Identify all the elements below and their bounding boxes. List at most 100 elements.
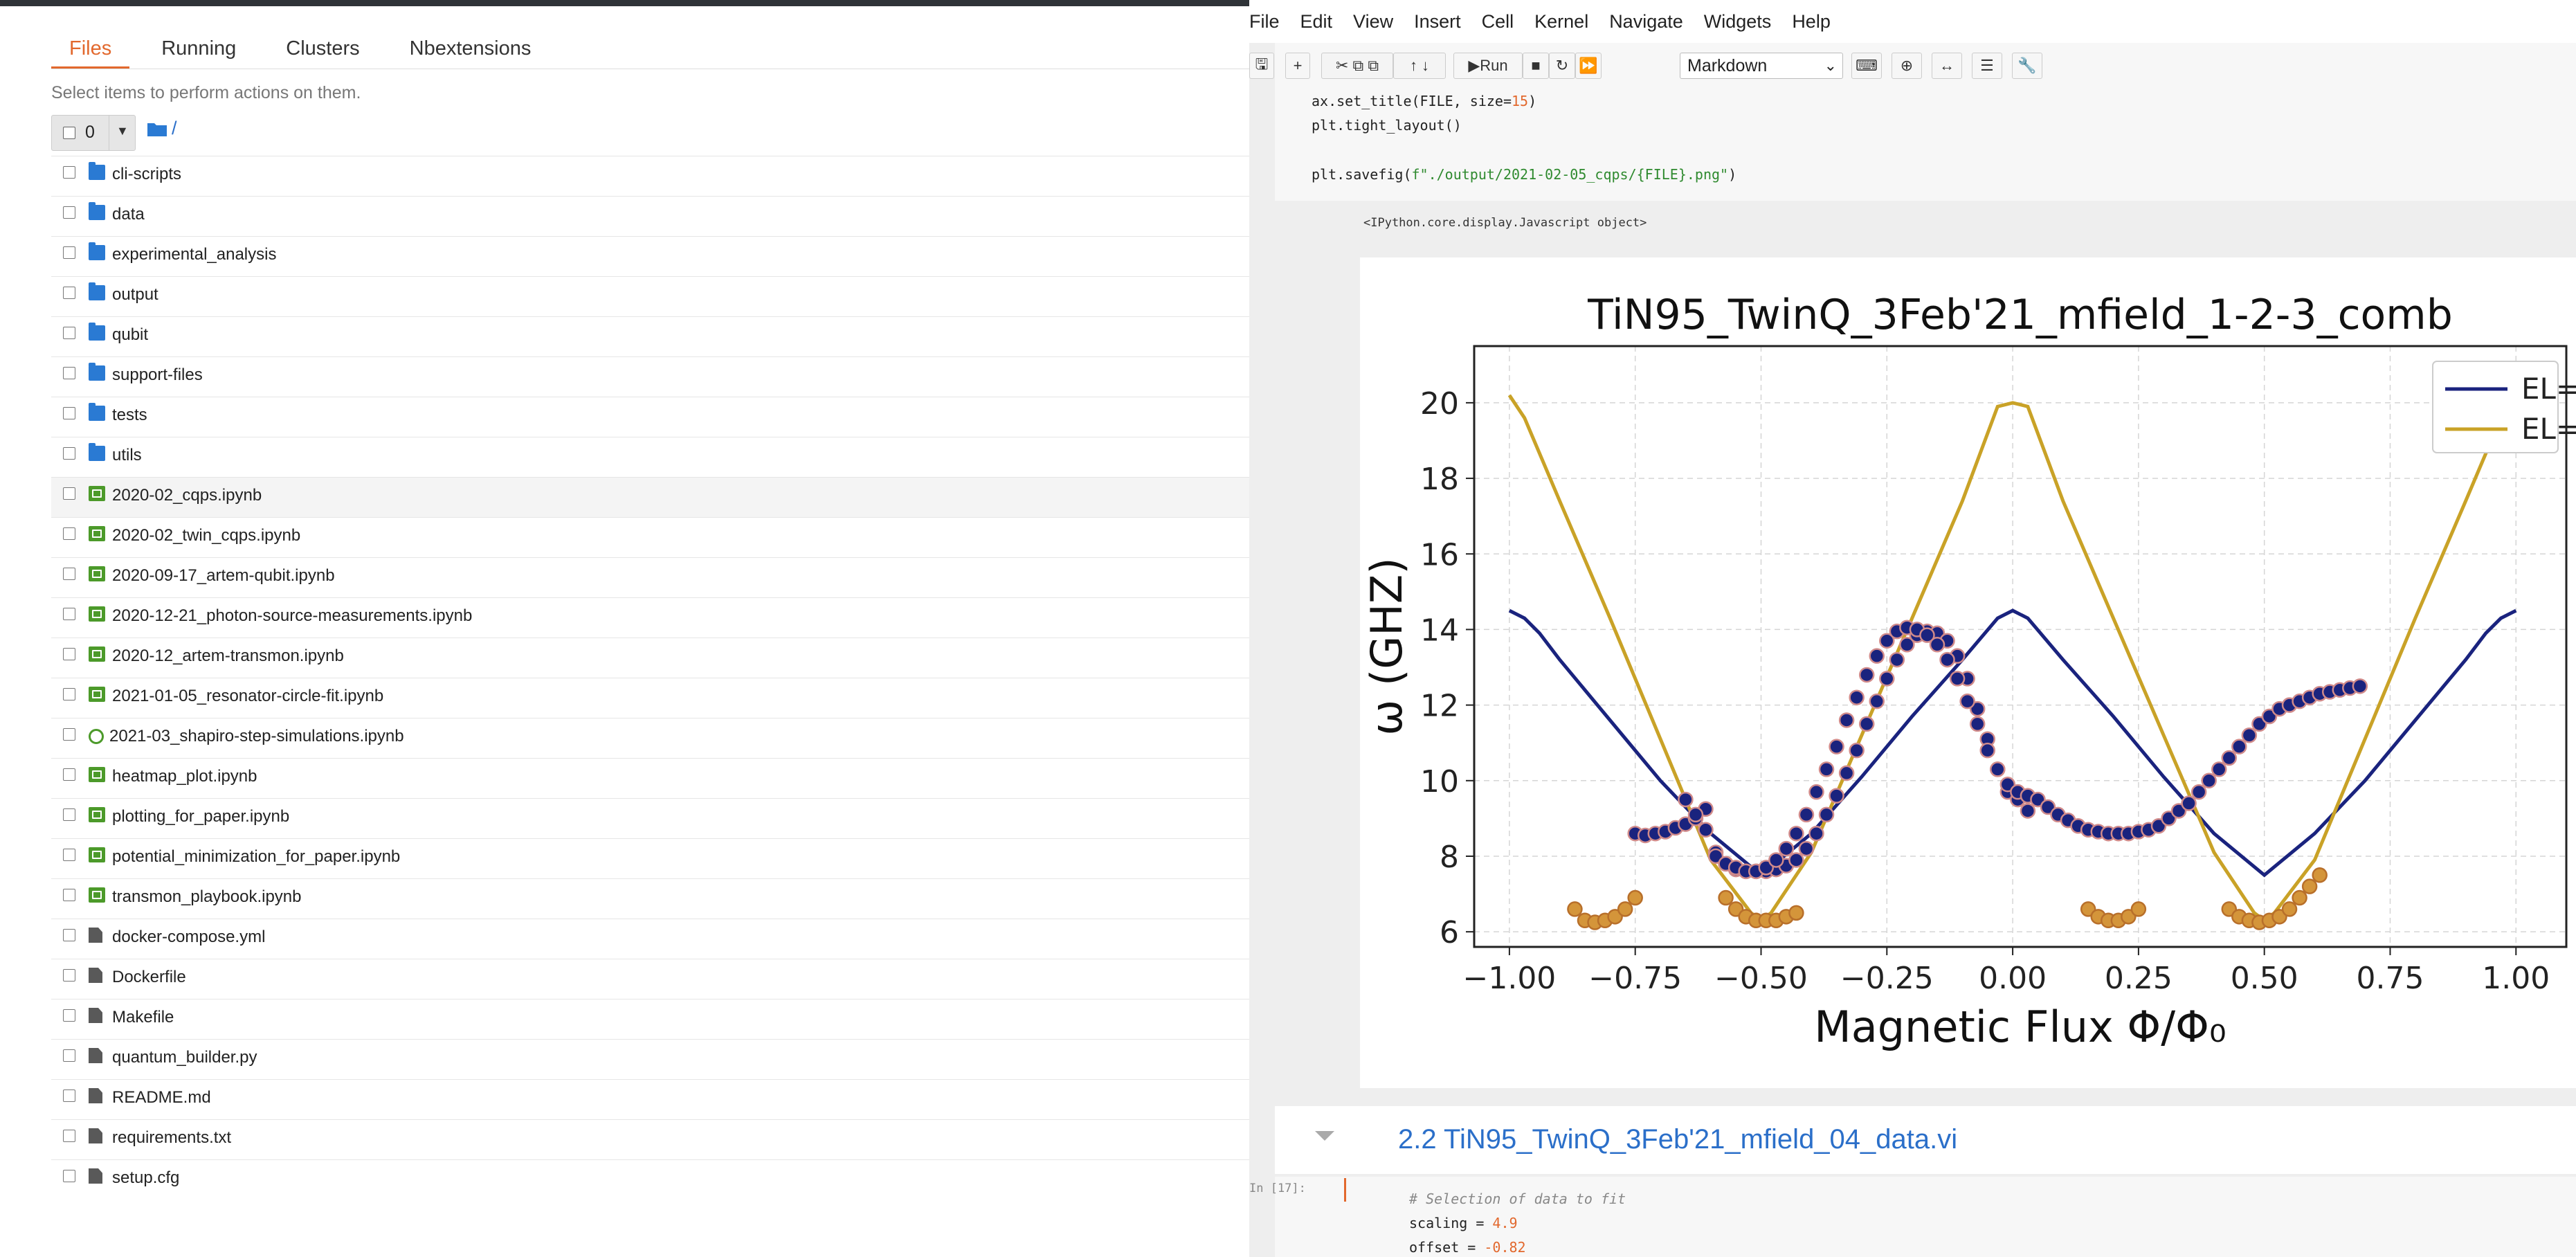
item-name-link[interactable]: heatmap_plot.ipynb [112, 767, 257, 786]
item-name-link[interactable]: setup.cfg [112, 1168, 179, 1188]
tab-files[interactable]: Files [51, 30, 130, 69]
expand-icon[interactable]: ↔ [1932, 53, 1962, 79]
file-list-item[interactable]: tests [51, 397, 1249, 437]
run-button[interactable]: ▶ Run [1453, 53, 1523, 79]
item-checkbox[interactable] [63, 849, 75, 861]
item-name-link[interactable]: qubit [112, 325, 148, 345]
file-list-item[interactable]: Makefile [51, 999, 1249, 1039]
menu-insert[interactable]: Insert [1414, 11, 1482, 33]
markdown-cell[interactable]: 2.2 TiN95_TwinQ_3Feb'21_mfield_04_data.v… [1275, 1106, 2576, 1174]
cut-copy-paste-group[interactable]: ✂ ⧉ ⧉ [1321, 53, 1393, 79]
item-checkbox[interactable] [63, 768, 75, 781]
item-checkbox[interactable] [63, 246, 75, 259]
item-checkbox[interactable] [63, 728, 75, 741]
item-checkbox[interactable] [63, 527, 75, 540]
file-list-item[interactable]: heatmap_plot.ipynb [51, 758, 1249, 798]
item-name-link[interactable]: plotting_for_paper.ipynb [112, 807, 289, 826]
item-name-link[interactable]: data [112, 205, 145, 224]
item-checkbox[interactable] [63, 1049, 75, 1062]
item-checkbox[interactable] [63, 608, 75, 620]
item-checkbox[interactable] [63, 688, 75, 700]
file-list-item[interactable]: 2020-12-21_photon-source-measurements.ip… [51, 597, 1249, 637]
wrench-icon[interactable]: 🔧 [2012, 53, 2042, 79]
item-checkbox[interactable] [63, 1130, 75, 1142]
item-checkbox[interactable] [63, 166, 75, 179]
file-list-item[interactable]: quantum_builder.py [51, 1039, 1249, 1079]
item-name-link[interactable]: transmon_playbook.ipynb [112, 887, 302, 907]
item-name-link[interactable]: utils [112, 446, 142, 465]
item-name-link[interactable]: 2021-01-05_resonator-circle-fit.ipynb [112, 687, 383, 706]
item-name-link[interactable]: 2020-09-17_artem-qubit.ipynb [112, 566, 335, 586]
item-name-link[interactable]: experimental_analysis [112, 245, 276, 264]
file-list-item[interactable]: transmon_playbook.ipynb [51, 878, 1249, 919]
item-checkbox[interactable] [63, 969, 75, 982]
tab-clusters[interactable]: Clusters [268, 30, 377, 66]
file-list-item[interactable]: utils [51, 437, 1249, 477]
file-list-item[interactable]: docker-compose.yml [51, 919, 1249, 959]
file-list-item[interactable]: setup.cfg [51, 1159, 1249, 1200]
menu-view[interactable]: View [1353, 11, 1414, 33]
item-checkbox[interactable] [63, 1089, 75, 1102]
file-list-item[interactable]: README.md [51, 1079, 1249, 1119]
item-name-link[interactable]: cli-scripts [112, 165, 181, 184]
item-checkbox[interactable] [63, 1009, 75, 1022]
file-list-item[interactable]: 2020-02_twin_cqps.ipynb [51, 517, 1249, 557]
save-icon[interactable]: 🖫 [1249, 53, 1274, 79]
restart-icon[interactable]: ↻ [1549, 53, 1575, 79]
item-checkbox[interactable] [63, 367, 75, 379]
insert-cell-button[interactable]: + [1285, 53, 1310, 79]
move-cell-group[interactable]: ↑ ↓ [1393, 53, 1446, 79]
item-name-link[interactable]: output [112, 285, 158, 305]
item-name-link[interactable]: support-files [112, 365, 203, 385]
item-checkbox[interactable] [63, 929, 75, 941]
caret-down-icon[interactable]: ▼ [116, 124, 129, 138]
menu-kernel[interactable]: Kernel [1534, 11, 1609, 33]
item-name-link[interactable]: potential_minimization_for_paper.ipynb [112, 847, 400, 867]
file-list-item[interactable]: requirements.txt [51, 1119, 1249, 1159]
file-list-item[interactable]: potential_minimization_for_paper.ipynb [51, 838, 1249, 878]
file-list-item[interactable]: support-files [51, 356, 1249, 397]
crosshair-icon[interactable]: ⊕ [1892, 53, 1922, 79]
file-list-item[interactable]: plotting_for_paper.ipynb [51, 798, 1249, 838]
list-icon[interactable]: ☰ [1972, 53, 2002, 79]
menu-cell[interactable]: Cell [1482, 11, 1535, 33]
item-name-link[interactable]: tests [112, 406, 147, 425]
select-all-checkbox[interactable] [63, 127, 75, 139]
file-list-item[interactable]: data [51, 196, 1249, 236]
breadcrumb-root[interactable]: / [172, 118, 177, 139]
item-name-link[interactable]: Dockerfile [112, 968, 186, 987]
item-checkbox[interactable] [63, 487, 75, 500]
menu-navigate[interactable]: Navigate [1609, 11, 1704, 33]
file-list-item[interactable]: cli-scripts [51, 156, 1249, 196]
item-name-link[interactable]: 2020-02_twin_cqps.ipynb [112, 526, 300, 545]
cell-type-select[interactable]: Markdown ⌄ [1680, 53, 1843, 79]
menu-file[interactable]: File [1249, 11, 1300, 33]
file-list-item[interactable]: experimental_analysis [51, 236, 1249, 276]
item-name-link[interactable]: Makefile [112, 1008, 174, 1027]
item-checkbox[interactable] [63, 327, 75, 339]
restart-run-all-icon[interactable]: ⏩ [1575, 53, 1602, 79]
file-list-item[interactable]: 2021-03_shapiro-step-simulations.ipynb [51, 718, 1249, 758]
collapse-heading-icon[interactable] [1315, 1131, 1334, 1141]
file-list-item[interactable]: 2020-12_artem-transmon.ipynb [51, 637, 1249, 678]
item-checkbox[interactable] [63, 889, 75, 901]
file-list-item[interactable]: 2021-01-05_resonator-circle-fit.ipynb [51, 678, 1249, 718]
item-checkbox[interactable] [63, 808, 75, 821]
menu-edit[interactable]: Edit [1300, 11, 1354, 33]
file-list-item[interactable]: 2020-02_cqps.ipynb [51, 477, 1249, 517]
item-name-link[interactable]: docker-compose.yml [112, 928, 265, 947]
item-checkbox[interactable] [63, 206, 75, 219]
item-checkbox[interactable] [63, 407, 75, 419]
interrupt-icon[interactable]: ■ [1523, 53, 1549, 79]
menu-widgets[interactable]: Widgets [1704, 11, 1793, 33]
breadcrumb[interactable]: / [147, 118, 177, 139]
menu-help[interactable]: Help [1792, 11, 1851, 33]
item-name-link[interactable]: 2020-12_artem-transmon.ipynb [112, 646, 344, 666]
item-checkbox[interactable] [63, 287, 75, 299]
file-list-item[interactable]: output [51, 276, 1249, 316]
file-list-item[interactable]: Dockerfile [51, 959, 1249, 999]
keyboard-icon[interactable]: ⌨ [1851, 53, 1882, 79]
item-name-link[interactable]: 2021-03_shapiro-step-simulations.ipynb [109, 727, 404, 746]
item-checkbox[interactable] [63, 447, 75, 460]
select-all-control[interactable]: 0 ▼ [51, 115, 136, 151]
